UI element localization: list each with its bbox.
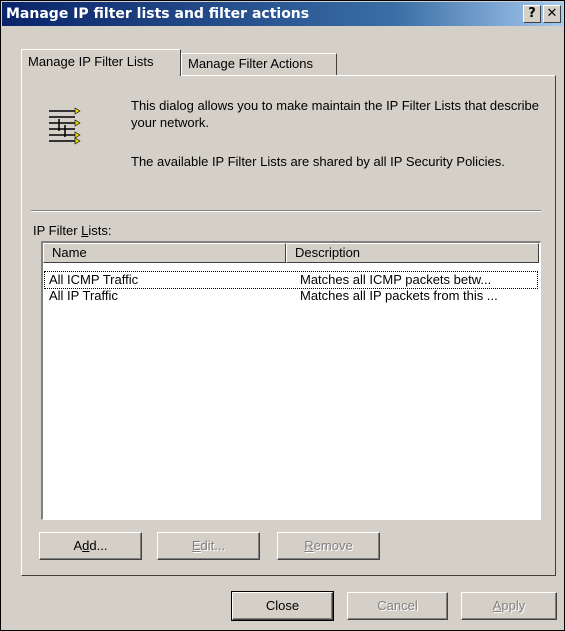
list-item-description: Matches all ICMP packets betw...: [300, 272, 492, 287]
remove-button[interactable]: Remove: [277, 532, 380, 560]
info-text-primary: This dialog allows you to make maintain …: [131, 98, 540, 130]
filter-list-icon: [49, 107, 81, 145]
help-button[interactable]: ?: [523, 5, 541, 23]
tab-manage-ip-filter-lists[interactable]: Manage IP Filter Lists: [21, 49, 181, 76]
tab-manage-filter-actions[interactable]: Manage Filter Actions: [181, 53, 337, 75]
add-button[interactable]: Add...: [39, 532, 142, 560]
list-item[interactable]: All ICMP Traffic Matches all ICMP packet…: [44, 271, 538, 289]
list-item-name: All ICMP Traffic: [49, 272, 139, 287]
column-header-description[interactable]: Description: [286, 243, 539, 263]
dialog-window: Manage IP filter lists and filter action…: [0, 0, 565, 631]
cancel-button[interactable]: Cancel: [347, 592, 448, 620]
ip-filter-lists-label: IP Filter Lists:: [33, 223, 112, 238]
list-item[interactable]: All IP Traffic Matches all IP packets fr…: [45, 288, 537, 304]
title-bar[interactable]: Manage IP filter lists and filter action…: [2, 2, 563, 26]
list-item-description: Matches all IP packets from this ...: [300, 288, 498, 303]
apply-button[interactable]: Apply: [461, 592, 557, 620]
close-window-button[interactable]: ✕: [543, 5, 561, 23]
close-button[interactable]: Close: [231, 591, 334, 621]
ip-filter-list[interactable]: Name Description All ICMP Traffic Matche…: [41, 241, 541, 520]
list-item-name: All IP Traffic: [49, 288, 118, 303]
window-title: Manage IP filter lists and filter action…: [6, 6, 310, 22]
edit-button[interactable]: Edit...: [157, 532, 260, 560]
column-header-name[interactable]: Name: [43, 243, 286, 263]
separator: [31, 210, 541, 212]
info-text-secondary: The available IP Filter Lists are shared…: [131, 154, 505, 169]
